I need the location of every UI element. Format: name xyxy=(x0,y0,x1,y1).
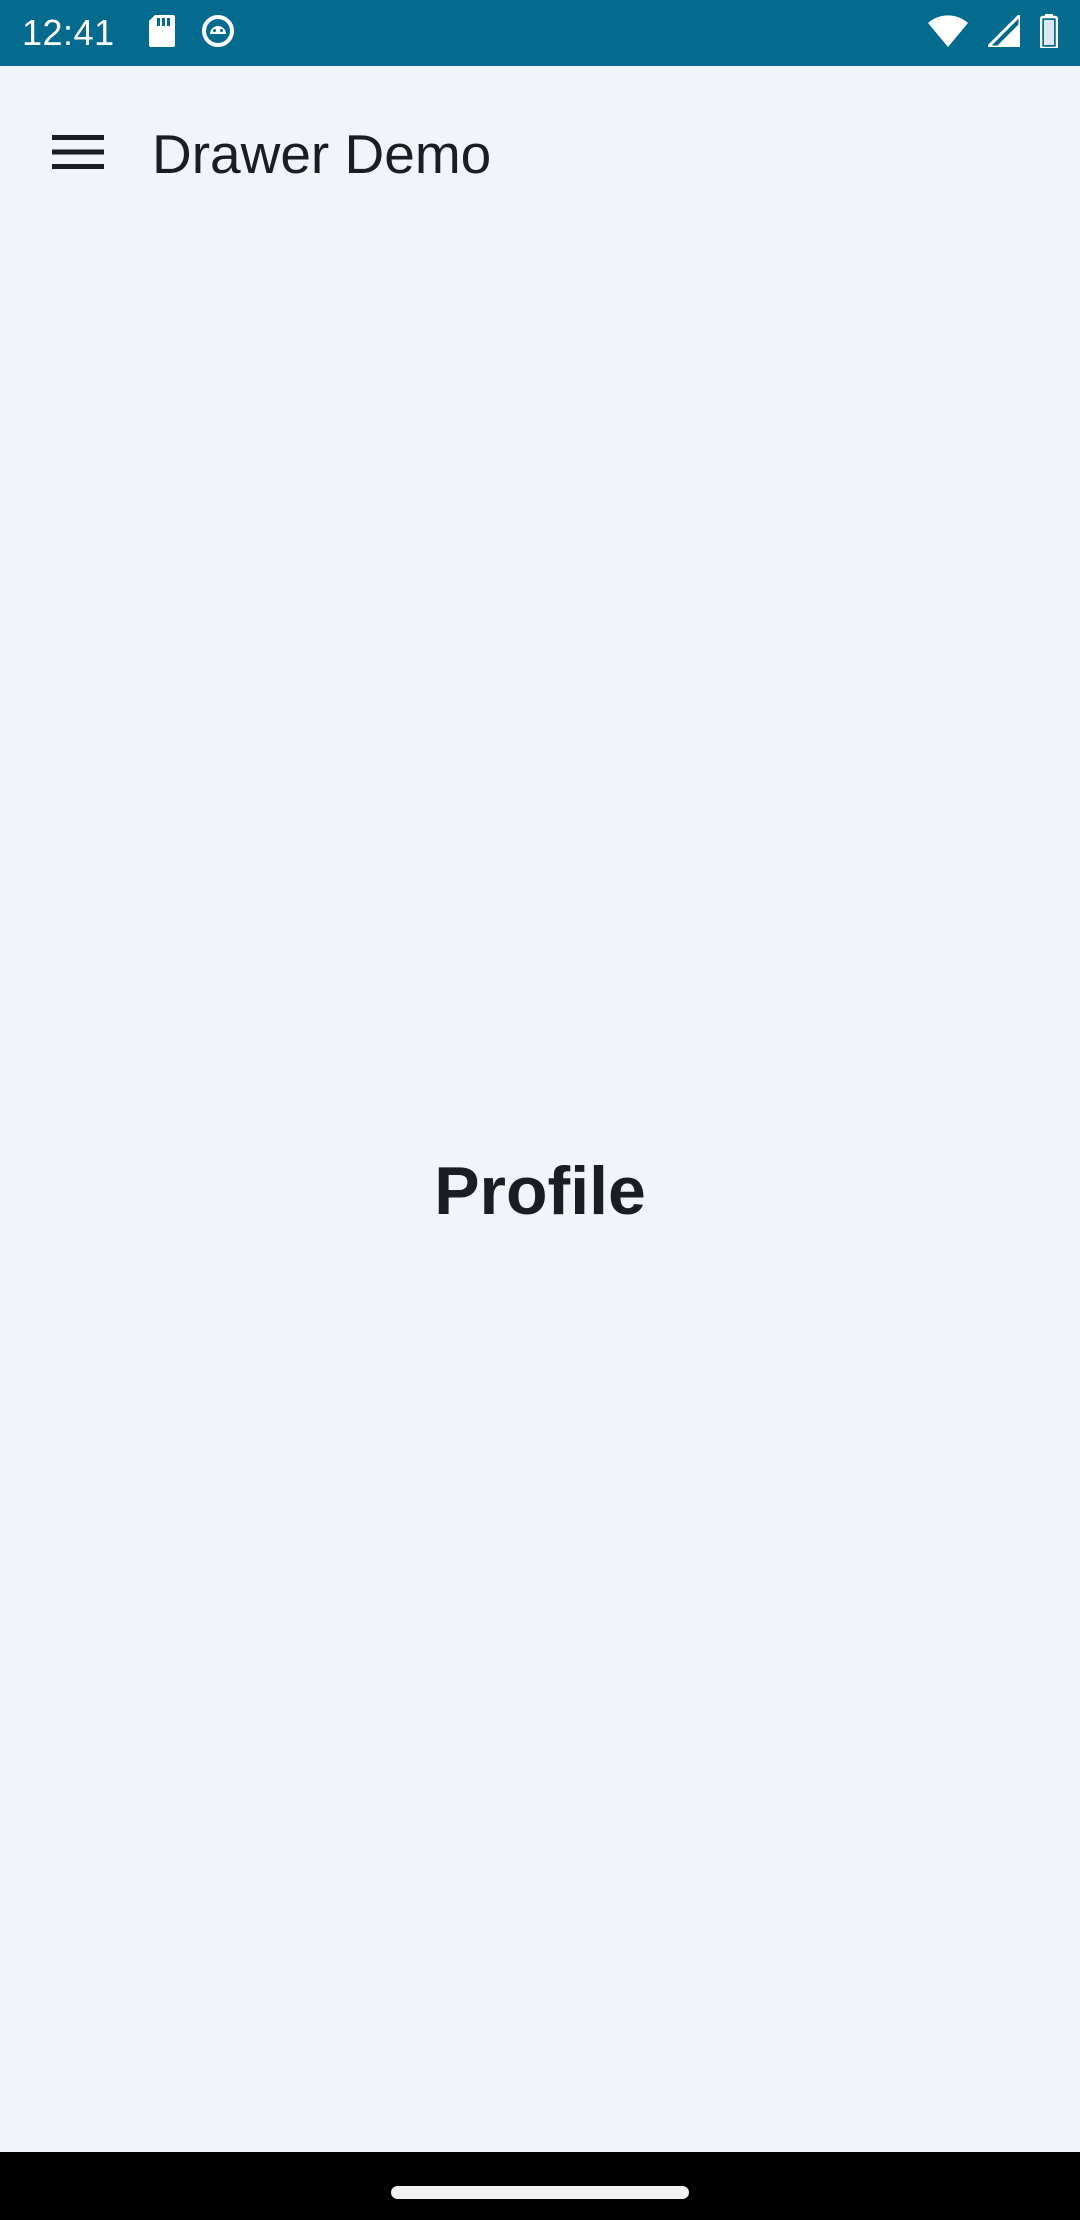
main-content: Profile xyxy=(0,242,1080,2152)
hamburger-menu-icon xyxy=(52,134,104,175)
app-bar: Drawer Demo xyxy=(0,66,1080,242)
status-notification-icons xyxy=(148,14,235,53)
home-gesture-handle[interactable] xyxy=(391,2186,689,2199)
page-heading: Profile xyxy=(434,1153,646,1229)
wifi-icon xyxy=(928,14,968,52)
status-system-icons xyxy=(928,10,1059,53)
status-time: 12:41 xyxy=(22,12,115,53)
status-bar: 12:41 xyxy=(0,0,1080,66)
cell-signal-icon xyxy=(984,10,1022,52)
app-title: Drawer Demo xyxy=(152,123,492,185)
menu-button[interactable] xyxy=(38,114,118,194)
android-debug-icon xyxy=(201,14,235,53)
battery-icon xyxy=(1039,13,1059,53)
sd-card-icon xyxy=(148,14,175,52)
